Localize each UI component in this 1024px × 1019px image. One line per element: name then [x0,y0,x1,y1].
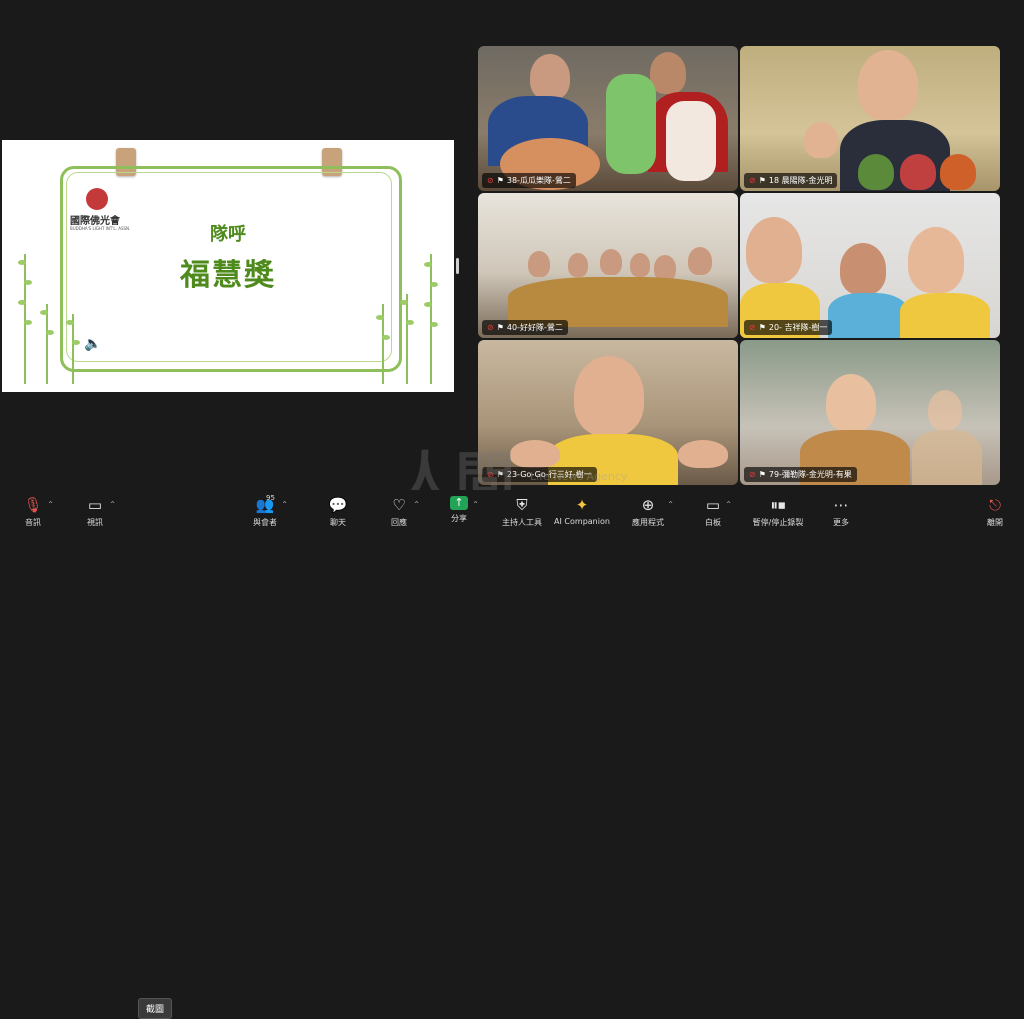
muted-microphone-icon: 🎙 [23,496,43,514]
video-tile[interactable]: ⊘ ⚑ 40-好好隊-鶯二 [478,193,738,338]
share-screen-button[interactable]: ↑ 分享 ⌃ [447,496,479,524]
spotlight-pin-icon: ⚑ [496,323,504,332]
meeting-toolbar: 🎙 音訊 ⌃ ▭ 視訊 ⌃ 截圖 👥 95 與會者 ⌃ 💬 聊天 ♡ 回應 ⌃ … [0,490,1024,1019]
audio-button[interactable]: 🎙 音訊 ⌃ [20,496,54,528]
chevron-up-icon[interactable]: ⌃ [472,500,479,509]
chevron-up-icon[interactable]: ⌃ [725,500,732,509]
spotlight-pin-icon: ⚑ [496,176,504,185]
pause-stop-recording-icon: ⏸⏹ [770,496,786,514]
participants-button[interactable]: 👥 95 與會者 ⌃ [250,494,288,528]
screenshot-tooltip: 截圖 [138,998,173,1019]
video-tile[interactable]: ⊘ ⚑ 23-Go-Go-行三好-樹一 [478,340,738,485]
whiteboard-icon: ▭ [705,496,721,514]
chevron-up-icon[interactable]: ⌃ [281,500,288,509]
whiteboard-button[interactable]: ▭ 白板 ⌃ [702,496,732,528]
muted-mic-icon: ⊘ [487,323,494,332]
video-tile[interactable]: ⊘ ⚑ 18 晨陽隊-金光明 [740,46,1000,191]
shared-slide: 國際佛光會 BUDDHA'S LIGHT INT'L. ASSN. 隊呼 福慧獎… [2,140,454,392]
participant-name-tag: ⊘ ⚑ 79-彌勒隊-金光明-有果 [744,467,857,482]
more-icon: ⋯ [833,496,849,514]
spotlight-pin-icon: ⚑ [758,323,766,332]
ai-companion-button[interactable]: ✦ AI Companion [554,496,610,526]
org-logo-icon [86,188,108,210]
shield-icon: ⛨ [516,496,528,514]
host-tools-button[interactable]: ⛨ 主持人工具 [498,496,546,528]
muted-mic-icon: ⊘ [749,176,756,185]
slide-subtitle: 隊呼 [210,224,246,245]
video-camera-icon: ▭ [87,496,103,514]
chat-bubble-icon: 💬 [328,496,348,514]
muted-mic-icon: ⊘ [749,470,756,479]
meeting-stage: 國際佛光會 BUDDHA'S LIGHT INT'L. ASSN. 隊呼 福慧獎… [0,0,1024,516]
chevron-up-icon[interactable]: ⌃ [413,500,420,509]
heart-icon: ♡ [392,496,406,514]
participants-count: 95 [266,494,275,502]
chevron-up-icon[interactable]: ⌃ [109,500,116,509]
watermark-subtext: Life News Agency [530,470,628,483]
participant-name-tag: ⊘ ⚑ 20- 吉祥隊-樹一 [744,320,833,335]
participant-name-tag: ⊘ ⚑ 40-好好隊-鶯二 [482,320,568,335]
muted-mic-icon: ⊘ [487,176,494,185]
chevron-up-icon[interactable]: ⌃ [667,500,674,509]
share-screen-icon: ↑ [450,496,468,510]
participant-name-tag: ⊘ ⚑ 18 晨陽隊-金光明 [744,173,838,188]
more-button[interactable]: ⋯ 更多 [830,496,852,528]
recording-controls[interactable]: ⏸⏹ 暫停/停止錄製 [748,496,808,528]
spotlight-pin-icon: ⚑ [758,176,766,185]
video-button[interactable]: ▭ 視訊 ⌃ [82,496,116,528]
split-view-handle[interactable] [456,258,459,274]
slide-title: 福慧獎 [180,258,276,293]
react-button[interactable]: ♡ 回應 ⌃ [386,496,420,528]
participant-name-tag: ⊘ ⚑ 38-瓜瓜樂隊-鶯二 [482,173,576,188]
video-tile[interactable]: ⊘ ⚑ 38-瓜瓜樂隊-鶯二 [478,46,738,191]
apps-button[interactable]: ⊕ 應用程式 ⌃ [630,496,674,528]
video-tile[interactable]: ⊘ ⚑ 20- 吉祥隊-樹一 [740,193,1000,338]
sparkle-icon: ✦ [575,496,589,514]
apps-icon: ⊕ [641,496,655,514]
video-tile[interactable]: ⊘ ⚑ 79-彌勒隊-金光明-有果 [740,340,1000,485]
chevron-up-icon[interactable]: ⌃ [47,500,54,509]
leave-button[interactable]: ⎋ 離開 [984,496,1006,528]
speaker-icon[interactable]: 🔈 [84,336,104,352]
chat-button[interactable]: 💬 聊天 [326,496,350,528]
spotlight-pin-icon: ⚑ [758,470,766,479]
muted-mic-icon: ⊘ [749,323,756,332]
leave-door-icon: ⎋ [989,496,1001,514]
